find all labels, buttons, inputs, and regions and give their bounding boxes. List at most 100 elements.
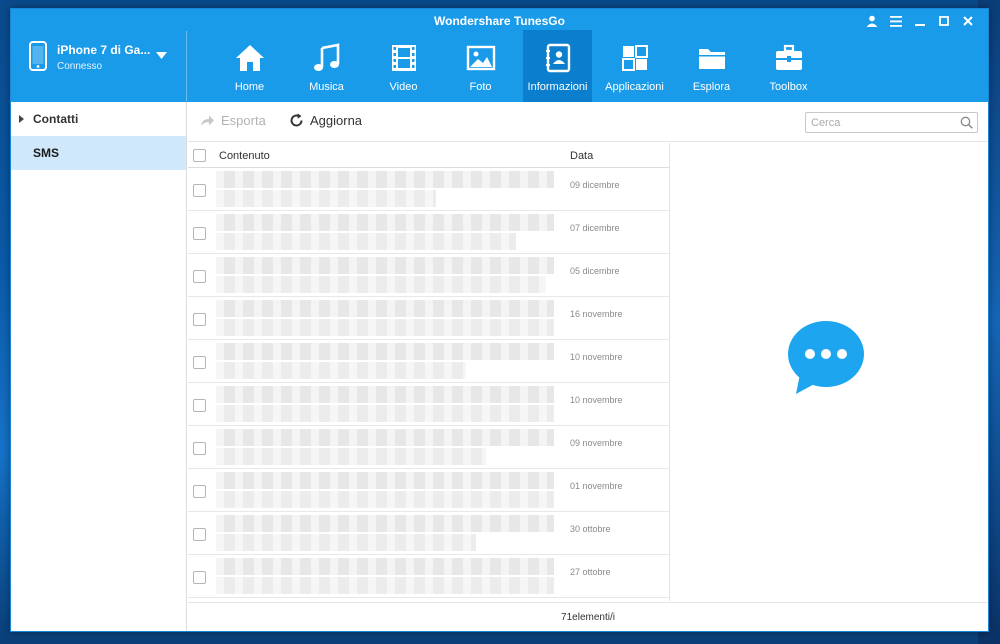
row-checkbox[interactable] — [193, 399, 206, 412]
row-checkbox[interactable] — [193, 313, 206, 326]
preview-mask — [546, 276, 556, 293]
preview-mask — [516, 233, 556, 250]
nav-label: Foto — [469, 81, 492, 93]
row-date: 09 dicembre — [570, 180, 620, 190]
refresh-icon — [290, 113, 303, 127]
row-date: 27 ottobre — [570, 567, 611, 577]
app-window: Wondershare TunesGo iPhone 7 di Ga... Co… — [10, 8, 989, 632]
contacts-book-icon — [545, 43, 570, 73]
nav-toolbox[interactable]: Toolbox — [750, 30, 827, 102]
row-date: 16 novembre — [570, 309, 623, 319]
column-header-date[interactable]: Data — [570, 150, 593, 162]
minimize-button[interactable] — [910, 12, 930, 30]
window-title: Wondershare TunesGo — [434, 14, 565, 28]
table-row[interactable]: 27 ottobre — [188, 555, 669, 598]
sidebar-item-label: SMS — [33, 146, 60, 160]
nav-label: Applicazioni — [605, 81, 664, 93]
preview-mask — [486, 448, 556, 465]
nav-photo[interactable]: Foto — [442, 30, 519, 102]
table-row[interactable]: 05 dicembre — [188, 254, 669, 297]
preview-mask — [466, 362, 556, 379]
device-status: Connesso — [57, 61, 103, 72]
refresh-label: Aggiorna — [310, 113, 363, 128]
close-icon — [963, 16, 973, 26]
nav-label: Video — [389, 81, 418, 93]
nav-label: Toolbox — [769, 81, 808, 93]
row-checkbox[interactable] — [193, 528, 206, 541]
redacted-message-preview — [216, 386, 554, 422]
nav-explore[interactable]: Esplora — [673, 30, 750, 102]
table-row[interactable]: 09 novembre — [188, 426, 669, 469]
row-checkbox[interactable] — [193, 571, 206, 584]
table-row[interactable]: 01 novembre — [188, 469, 669, 512]
nav-apps[interactable]: Applicazioni — [596, 30, 673, 102]
maximize-button[interactable] — [934, 12, 954, 30]
table-row[interactable]: 30 ottobre — [188, 512, 669, 555]
search-box — [805, 112, 978, 133]
hamburger-icon — [890, 15, 902, 27]
row-date: 09 novembre — [570, 438, 623, 448]
item-count: 71elementi/i — [561, 612, 615, 623]
row-checkbox[interactable] — [193, 442, 206, 455]
expand-arrow-icon[interactable] — [19, 115, 24, 123]
photo-icon — [466, 45, 495, 71]
main-nav: Home Musica Video Foto Informazioni Appl… — [211, 30, 827, 102]
row-date: 30 ottobre — [570, 524, 611, 534]
device-selector[interactable]: iPhone 7 di Ga... Connesso — [11, 31, 187, 101]
redacted-message-preview — [216, 558, 554, 594]
export-label: Esporta — [221, 113, 266, 128]
column-header-content[interactable]: Contenuto — [219, 150, 270, 162]
chat-bubble-icon — [788, 321, 864, 394]
nav-label: Informazioni — [527, 81, 588, 93]
status-bar: 71elementi/i — [188, 602, 988, 631]
toolbar: Esporta Aggiorna — [188, 102, 988, 142]
sidebar: Contatti SMS — [11, 102, 187, 631]
share-arrow-icon — [201, 115, 214, 126]
nav-label: Esplora — [692, 81, 731, 93]
search-input[interactable] — [806, 113, 951, 133]
nav-information[interactable]: Informazioni — [523, 30, 592, 102]
chevron-down-icon[interactable] — [156, 52, 167, 59]
nav-label: Home — [234, 81, 265, 93]
table-row[interactable]: 10 novembre — [188, 383, 669, 426]
toolbox-icon — [775, 44, 802, 70]
row-checkbox[interactable] — [193, 485, 206, 498]
table-row[interactable]: 16 novembre — [188, 297, 669, 340]
row-date: 01 novembre — [570, 481, 623, 491]
table-row[interactable]: 09 dicembre — [188, 168, 669, 211]
nav-video[interactable]: Video — [365, 30, 442, 102]
menu-button[interactable] — [886, 12, 906, 30]
search-icon[interactable] — [960, 116, 973, 129]
table-row[interactable]: 10 novembre — [188, 340, 669, 383]
sidebar-item-contacts[interactable]: Contatti — [11, 102, 186, 136]
row-checkbox[interactable] — [193, 270, 206, 283]
row-checkbox[interactable] — [193, 227, 206, 240]
preview-mask — [436, 190, 556, 207]
folder-icon — [698, 49, 725, 69]
row-date: 07 dicembre — [570, 223, 620, 233]
nav-home[interactable]: Home — [211, 30, 288, 102]
window-controls — [862, 12, 978, 30]
redacted-message-preview — [216, 300, 554, 336]
redacted-message-preview — [216, 472, 554, 508]
account-button[interactable] — [862, 12, 882, 30]
row-checkbox[interactable] — [193, 356, 206, 369]
refresh-button[interactable]: Aggiorna — [289, 113, 362, 128]
user-icon — [866, 15, 878, 27]
sms-list: Contenuto Data 09 dicembre 07 dicembre 05 … — [188, 143, 670, 601]
sidebar-item-sms[interactable]: SMS — [11, 136, 186, 170]
header-bar: Wondershare TunesGo iPhone 7 di Ga... Co… — [11, 9, 988, 102]
preview-mask — [476, 534, 556, 551]
device-name: iPhone 7 di Ga... — [57, 43, 151, 57]
sidebar-item-label: Contatti — [33, 112, 79, 126]
nav-music[interactable]: Musica — [288, 30, 365, 102]
list-rows: 09 dicembre 07 dicembre 05 dicembre 16 nove… — [188, 168, 669, 598]
film-icon — [391, 45, 416, 71]
home-icon — [235, 45, 264, 71]
select-all-checkbox[interactable] — [193, 149, 206, 162]
row-date: 05 dicembre — [570, 266, 620, 276]
export-button[interactable]: Esporta — [200, 113, 266, 128]
close-button[interactable] — [958, 12, 978, 30]
table-row[interactable]: 07 dicembre — [188, 211, 669, 254]
row-checkbox[interactable] — [193, 184, 206, 197]
